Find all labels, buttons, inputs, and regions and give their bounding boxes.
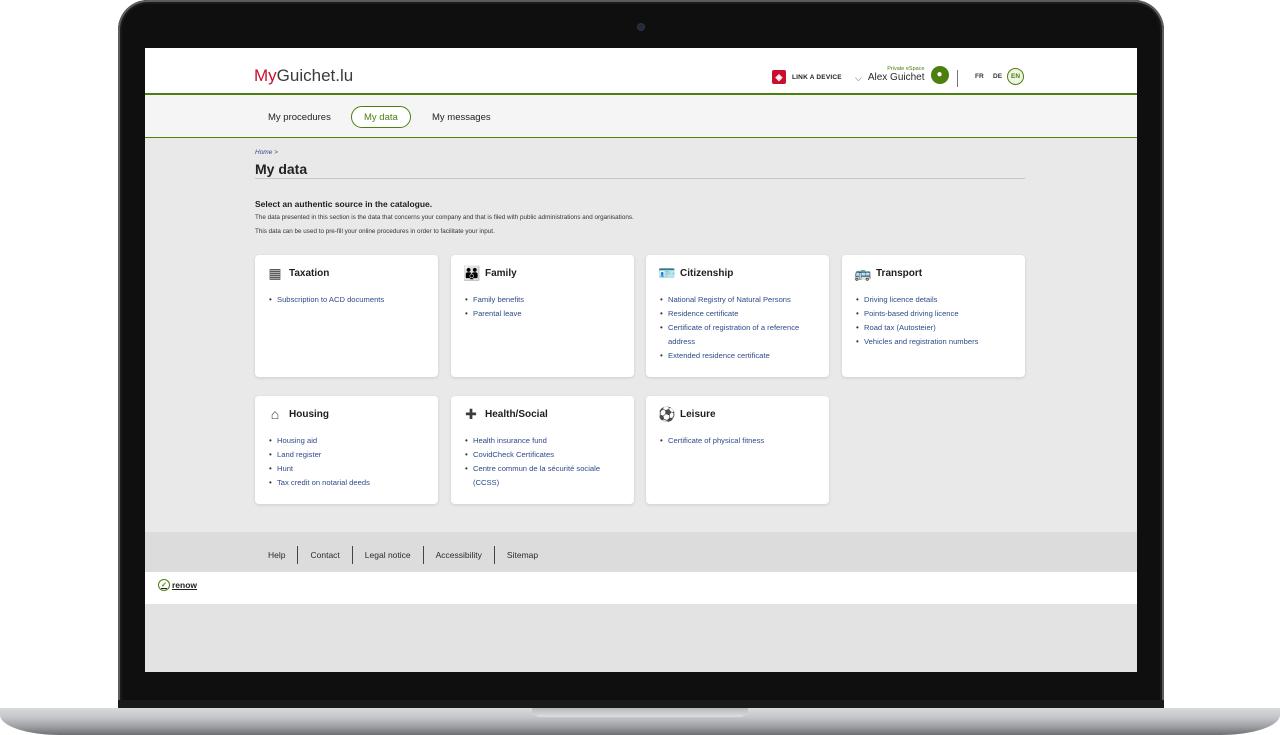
intro-text-2: This data can be used to pre-fill your o…: [255, 228, 495, 235]
link-covidcheck-certificates[interactable]: CovidCheck Certificates: [465, 448, 625, 462]
link-registration-reference-address[interactable]: Certificate of registration of a referen…: [660, 321, 820, 349]
card-health-social: ✚ Health/Social Health insurance fund Co…: [451, 396, 634, 504]
link-points-driving-licence[interactable]: Points-based driving licence: [856, 307, 1016, 321]
tab-my-messages[interactable]: My messages: [432, 106, 491, 128]
link-hunt[interactable]: Hunt: [269, 462, 429, 476]
house-icon: ⌂: [270, 406, 280, 422]
footer-link-sitemap[interactable]: Sitemap: [495, 550, 550, 560]
medical-kit-icon: ✚: [465, 406, 477, 422]
laptop-base-notch: [532, 708, 748, 717]
id-card-icon: 🪪: [658, 265, 676, 281]
footer-link-contact[interactable]: Contact: [298, 550, 351, 560]
building-icon: ▦: [268, 265, 282, 281]
footer-links: Help Contact Legal notice Accessibility …: [258, 546, 550, 564]
link-national-registry[interactable]: National Registry of Natural Persons: [660, 293, 820, 307]
intro-heading: Select an authentic source in the catalo…: [255, 199, 433, 209]
link-road-tax[interactable]: Road tax (Autosteier): [856, 321, 1016, 335]
card-housing: ⌂ Housing Housing aid Land register Hunt…: [255, 396, 438, 504]
lang-en-button[interactable]: EN: [1007, 68, 1024, 85]
link-subscription-acd[interactable]: Subscription to ACD documents: [269, 293, 429, 307]
link-physical-fitness[interactable]: Certificate of physical fitness: [660, 434, 820, 448]
card-family: 👪 Family Family benefits Parental leave: [451, 255, 634, 377]
page-title: My data: [255, 161, 308, 177]
link-vehicles-registration[interactable]: Vehicles and registration numbers: [856, 335, 1016, 349]
card-leisure: ⚽ Leisure Certificate of physical fitnes…: [646, 396, 829, 504]
checkmark-icon: ✓: [158, 579, 170, 591]
link-health-insurance-fund[interactable]: Health insurance fund: [465, 434, 625, 448]
link-parental-leave[interactable]: Parental leave: [465, 307, 625, 321]
footer-link-legal-notice[interactable]: Legal notice: [353, 550, 423, 560]
chevron-down-icon: ⌵: [855, 73, 862, 83]
site-header: MyGuichet.lu ◈ LINK A DEVICE ⌵ Private e…: [145, 48, 1137, 95]
breadcrumb-separator: >: [274, 149, 278, 156]
lang-fr-button[interactable]: FR: [975, 73, 984, 80]
user-avatar-icon: ●: [930, 65, 949, 84]
camera-icon: [638, 24, 644, 30]
site-footer: Help Contact Legal notice Accessibility …: [145, 532, 1137, 572]
link-driving-licence-details[interactable]: Driving licence details: [856, 293, 1016, 307]
link-family-benefits[interactable]: Family benefits: [465, 293, 625, 307]
renow-link[interactable]: ✓ renow: [158, 579, 197, 591]
lang-de-button[interactable]: DE: [993, 73, 1002, 80]
title-divider: [255, 178, 1025, 179]
account-menu[interactable]: ⌵ Private eSpace Alex Guichet ●: [855, 65, 949, 84]
language-divider: [957, 70, 958, 87]
link-extended-residence-certificate[interactable]: Extended residence certificate: [660, 349, 820, 363]
tab-my-data[interactable]: My data: [351, 106, 411, 128]
link-device-icon: ◈: [772, 70, 786, 84]
card-citizenship: 🪪 Citizenship National Registry of Natur…: [646, 255, 829, 377]
link-residence-certificate[interactable]: Residence certificate: [660, 307, 820, 321]
footer-link-help[interactable]: Help: [258, 550, 297, 560]
user-name: Alex Guichet: [867, 72, 925, 83]
screen: MyGuichet.lu ◈ LINK A DEVICE ⌵ Private e…: [145, 48, 1137, 672]
breadcrumb-home-link[interactable]: Home: [255, 149, 272, 156]
tab-my-procedures[interactable]: My procedures: [268, 106, 331, 128]
breadcrumb: Home >: [255, 149, 278, 156]
link-ccss[interactable]: Centre commun de la sécurité sociale (CC…: [465, 462, 625, 490]
link-tax-credit-notarial[interactable]: Tax credit on notarial deeds: [269, 476, 429, 490]
bus-icon: 🚌: [854, 265, 872, 281]
link-device-button[interactable]: ◈ LINK A DEVICE: [772, 70, 842, 84]
main-nav: My procedures My data My messages: [145, 95, 1137, 138]
link-land-register[interactable]: Land register: [269, 448, 429, 462]
football-icon: ⚽: [658, 406, 676, 422]
card-taxation: ▦ Taxation Subscription to ACD documents: [255, 255, 438, 377]
family-icon: 👪: [463, 265, 481, 281]
intro-text-1: The data presented in this section is th…: [255, 214, 634, 221]
link-housing-aid[interactable]: Housing aid: [269, 434, 429, 448]
card-transport: 🚌 Transport Driving licence details Poin…: [842, 255, 1025, 377]
site-logo[interactable]: MyGuichet.lu: [254, 66, 353, 86]
page-bottom-area: [145, 604, 1137, 672]
footer-link-accessibility[interactable]: Accessibility: [424, 550, 494, 560]
renow-bar: ✓ renow: [145, 572, 1137, 604]
